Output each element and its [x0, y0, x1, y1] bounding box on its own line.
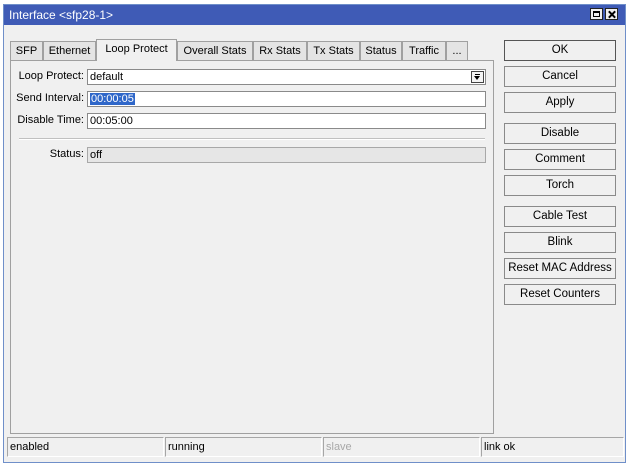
status-slave: slave	[323, 437, 480, 457]
tab-overall-stats[interactable]: Overall Stats	[177, 41, 253, 60]
comment-button[interactable]: Comment	[504, 149, 616, 170]
maximize-icon[interactable]	[590, 8, 603, 20]
status-field: off	[87, 147, 486, 163]
loop-protect-value: default	[90, 71, 124, 83]
tab-loop-protect[interactable]: Loop Protect	[96, 39, 177, 61]
status-bar: enabled running slave link ok	[7, 437, 624, 457]
tab-status[interactable]: Status	[360, 41, 402, 60]
cable-test-button[interactable]: Cable Test	[504, 206, 616, 227]
send-interval-input[interactable]: 00:00:05	[87, 91, 486, 107]
status-link: link ok	[481, 437, 624, 457]
disable-button[interactable]: Disable	[504, 123, 616, 144]
ok-button[interactable]: OK	[504, 40, 616, 61]
disable-time-label: Disable Time:	[17, 114, 84, 126]
reset-counters-button[interactable]: Reset Counters	[504, 284, 616, 305]
title-bar[interactable]: Interface <sfp28-1>	[4, 5, 625, 25]
dropdown-arrow-icon[interactable]	[471, 71, 484, 83]
tab-sfp[interactable]: SFP	[10, 41, 43, 60]
disable-time-value: 00:05:00	[90, 115, 133, 127]
tab-tx-stats[interactable]: Tx Stats	[307, 41, 360, 60]
divider	[19, 138, 485, 140]
apply-button[interactable]: Apply	[504, 92, 616, 113]
loop-protect-panel: Loop Protect: default Send Interval: 00:…	[10, 60, 494, 434]
send-interval-label: Send Interval:	[16, 92, 84, 104]
tab-more[interactable]: ...	[446, 41, 468, 60]
blink-button[interactable]: Blink	[504, 232, 616, 253]
send-interval-value: 00:00:05	[90, 93, 135, 105]
cancel-button[interactable]: Cancel	[504, 66, 616, 87]
status-enabled: enabled	[7, 437, 164, 457]
status-running: running	[165, 437, 322, 457]
loop-protect-label: Loop Protect:	[18, 70, 84, 82]
status-label: Status:	[49, 148, 84, 160]
tab-ethernet[interactable]: Ethernet	[43, 41, 96, 60]
loop-protect-select[interactable]: default	[87, 69, 486, 85]
close-icon[interactable]	[605, 8, 618, 20]
disable-time-input[interactable]: 00:05:00	[87, 113, 486, 129]
reset-mac-address-button[interactable]: Reset MAC Address	[504, 258, 616, 279]
status-value: off	[90, 149, 103, 161]
tab-rx-stats[interactable]: Rx Stats	[253, 41, 307, 60]
tab-traffic[interactable]: Traffic	[402, 41, 446, 60]
torch-button[interactable]: Torch	[504, 175, 616, 196]
interface-window: Interface <sfp28-1> SFP Ethernet Loop Pr…	[3, 4, 626, 463]
window-title: Interface <sfp28-1>	[9, 8, 114, 22]
